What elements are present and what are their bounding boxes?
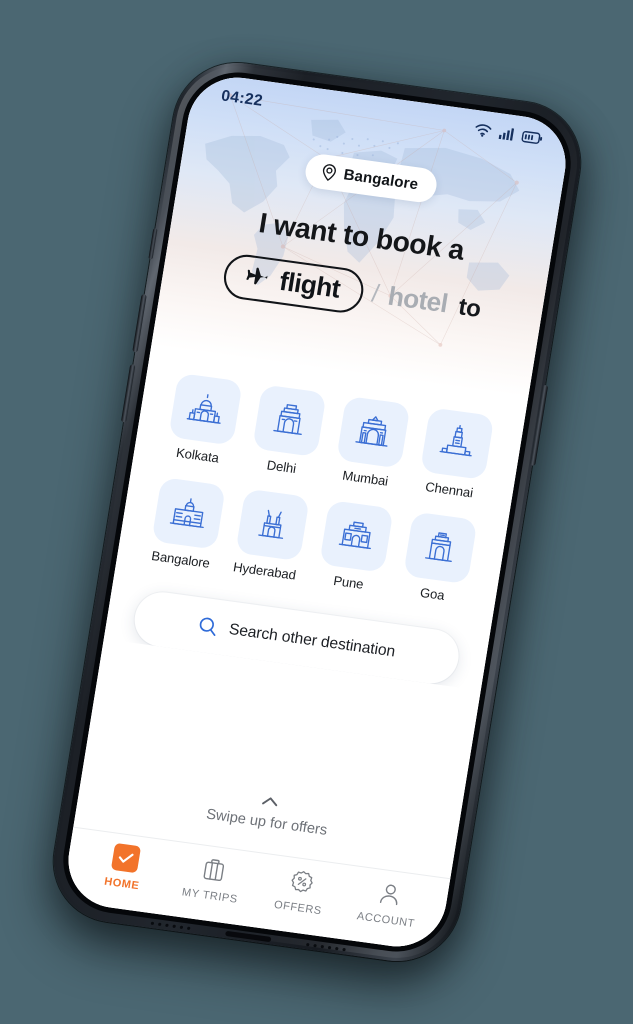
discount-tag-icon xyxy=(291,871,313,893)
cellular-signal-icon xyxy=(498,128,514,141)
tab-label: HOME xyxy=(102,875,140,893)
charminar-icon xyxy=(257,509,283,539)
city-item-delhi[interactable]: Delhi xyxy=(244,384,329,479)
map-pin-icon xyxy=(321,164,336,181)
tab-label: ACCOUNT xyxy=(355,909,416,931)
option-separator: / xyxy=(369,279,381,309)
city-item-pune[interactable]: Pune xyxy=(311,499,396,594)
city-label: Kolkata xyxy=(174,445,220,466)
india-gate-icon xyxy=(272,403,301,435)
city-item-kolkata[interactable]: Kolkata xyxy=(160,372,245,467)
gateway-of-india-icon xyxy=(354,416,387,447)
screenshot-canvas: 04:22 Bangalore I want to book a flight … xyxy=(0,0,633,1024)
city-item-hyderabad[interactable]: Hyderabad xyxy=(227,488,312,583)
hero-section: 04:22 Bangalore I want to book a flight … xyxy=(150,71,573,398)
tab-offers[interactable]: OFFERS xyxy=(264,864,336,918)
victoria-memorial-icon xyxy=(185,394,220,424)
tab-home[interactable]: HOME xyxy=(88,840,160,894)
city-label: Mumbai xyxy=(340,468,389,489)
city-tile xyxy=(418,407,494,480)
trailing-word: to xyxy=(456,292,483,322)
home-check-icon xyxy=(110,842,141,874)
tab-my-trips[interactable]: MY TRIPS xyxy=(176,852,248,906)
city-item-bangalore[interactable]: Bangalore xyxy=(143,476,228,571)
city-item-goa[interactable]: Goa xyxy=(395,511,480,606)
battery-icon xyxy=(521,130,542,144)
city-item-mumbai[interactable]: Mumbai xyxy=(328,395,413,490)
phone-mockup: 04:22 Bangalore I want to book a flight … xyxy=(44,55,593,980)
city-tile xyxy=(402,511,477,585)
shaniwar-wada-icon xyxy=(337,521,370,550)
person-icon xyxy=(379,884,397,906)
tab-account[interactable]: ACCOUNT xyxy=(352,876,424,930)
arch-monument-icon xyxy=(424,532,451,562)
lighthouse-tower-icon xyxy=(438,424,471,457)
city-tile xyxy=(234,488,309,562)
tab-label: MY TRIPS xyxy=(180,885,239,906)
city-tile xyxy=(167,372,242,446)
vidhana-soudha-icon xyxy=(168,498,203,528)
city-item-chennai[interactable]: Chennai xyxy=(412,407,497,502)
phone-screen: 04:22 Bangalore I want to book a flight … xyxy=(60,71,573,953)
airplane-icon xyxy=(246,267,268,285)
suitcase-icon xyxy=(203,859,224,882)
location-pill-label: Bangalore xyxy=(341,166,419,193)
search-placeholder: Search other destination xyxy=(227,619,397,661)
app-root: 04:22 Bangalore I want to book a flight … xyxy=(60,71,573,953)
search-icon xyxy=(199,617,215,636)
city-tile xyxy=(150,476,225,550)
hotel-option-label[interactable]: hotel xyxy=(385,281,449,319)
status-bar-icons xyxy=(473,122,544,145)
chevron-up-icon xyxy=(261,797,277,807)
city-tile xyxy=(318,499,393,573)
tab-label: OFFERS xyxy=(272,898,323,918)
city-label: Delhi xyxy=(265,457,297,477)
flight-option-label: flight xyxy=(276,266,342,304)
city-tile xyxy=(335,395,410,469)
city-label: Chennai xyxy=(423,479,474,501)
status-bar-clock: 04:22 xyxy=(219,86,264,111)
city-tile xyxy=(251,384,326,458)
swipe-up-label: Swipe up for offers xyxy=(204,804,329,838)
wifi-icon xyxy=(475,124,491,137)
